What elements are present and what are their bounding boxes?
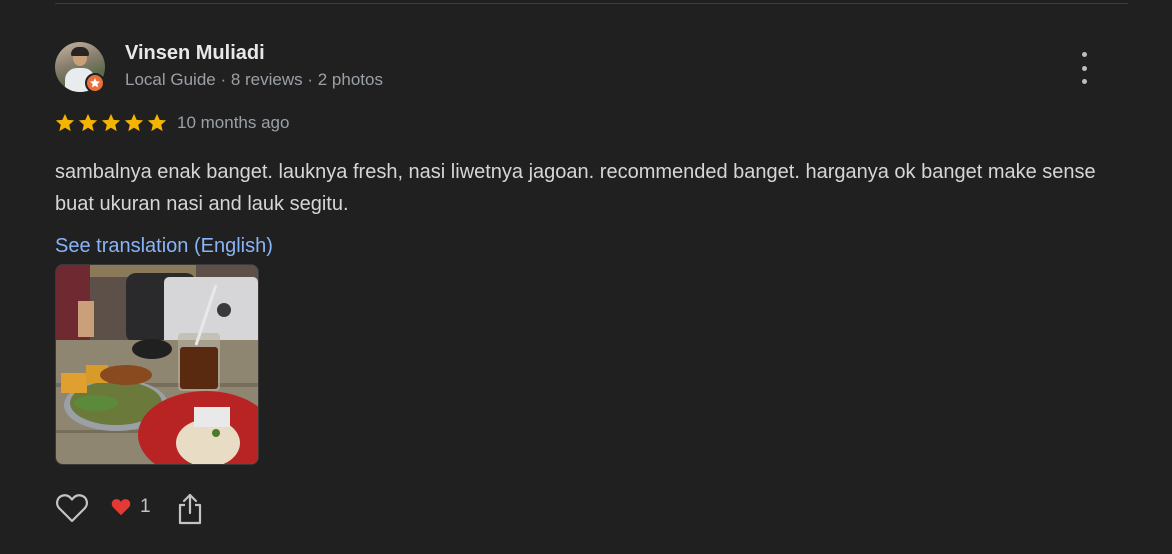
share-button[interactable]	[177, 492, 203, 526]
more-vert-icon	[1081, 52, 1087, 57]
more-options-button[interactable]	[1073, 52, 1095, 84]
star-icon	[78, 113, 98, 132]
reviewer-name[interactable]: Vinsen Muliadi	[125, 42, 265, 65]
heart-outline-icon	[56, 494, 88, 523]
see-translation-link[interactable]: See translation (English)	[55, 235, 273, 258]
review-photo[interactable]	[55, 264, 259, 465]
star-rating	[54, 112, 168, 134]
star-icon	[147, 113, 167, 132]
like-button[interactable]	[55, 492, 89, 524]
star-icon	[101, 113, 121, 132]
reaction-count: 1	[140, 496, 151, 517]
share-icon	[178, 493, 202, 525]
divider	[55, 3, 1128, 4]
review-text: sambalnya enak banget. lauknya fresh, na…	[55, 161, 1096, 215]
star-icon	[55, 113, 75, 132]
heart-filled-icon	[111, 499, 131, 516]
reviewer-meta: Local Guide · 8 reviews · 2 photos	[125, 70, 383, 89]
food-photo-image	[56, 265, 258, 464]
review-date: 10 months ago	[177, 113, 290, 132]
star-icon	[124, 113, 144, 132]
local-guide-badge-icon	[85, 73, 105, 93]
reaction-summary[interactable]: 1	[110, 496, 151, 518]
avatar[interactable]	[55, 42, 105, 93]
review-card: Vinsen Muliadi Local Guide · 8 reviews ·…	[0, 0, 1172, 554]
